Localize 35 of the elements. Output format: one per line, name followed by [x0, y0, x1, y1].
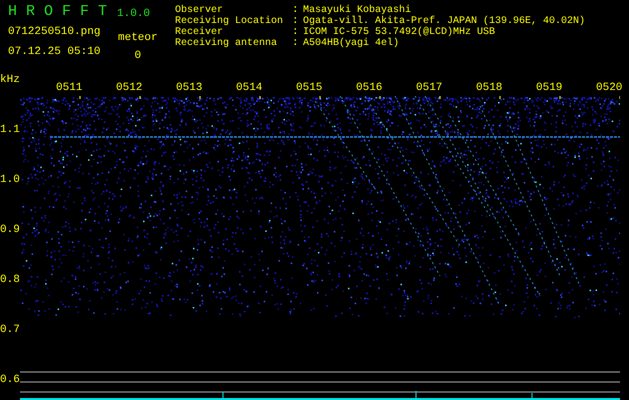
time-label: 0520	[596, 82, 622, 96]
info-value: Masayuki Kobayashi	[303, 5, 412, 16]
frequency-label: 0.6	[0, 374, 20, 386]
app-title: H R O F F T	[8, 4, 108, 20]
info-separator: :	[292, 16, 300, 27]
info-value: ICOM IC-575 53.7492(@LCD)MHz USB	[303, 27, 496, 38]
frequency-label: 1.0	[0, 174, 20, 186]
date-time: 07.12.25 05:10	[8, 46, 102, 58]
info-label: Receiver	[175, 27, 224, 38]
frequency-label: 0.8	[0, 274, 20, 286]
time-label: 0519	[536, 82, 562, 96]
info-label: Receiving Location	[175, 16, 284, 27]
info-value: Ogata-vill. Akita-Pref. JAPAN (139.96E, 40.02N)	[303, 16, 586, 27]
time-label: 0511	[56, 82, 82, 96]
time-label: 0512	[116, 82, 142, 96]
info-label: Receiving antenna	[175, 38, 278, 49]
frequency-label: 1.1	[0, 124, 20, 136]
unit-label: kHz	[0, 74, 20, 86]
meteor-count: 0	[134, 50, 142, 62]
info-label: Observer	[175, 5, 224, 16]
time-label: 0517	[416, 82, 442, 96]
frequency-label: 0.9	[0, 224, 20, 236]
info-value: A504HB(yagi 4el)	[303, 38, 400, 49]
meteor-label: meteor	[118, 32, 158, 44]
frequency-label: 0.7	[0, 324, 20, 336]
time-label: 0516	[356, 82, 382, 96]
file-name: 0712250510.png	[8, 26, 102, 38]
time-label: 0518	[476, 82, 502, 96]
info-separator: :	[292, 27, 300, 38]
info-separator: :	[292, 5, 300, 16]
info-separator: :	[292, 38, 300, 49]
time-label: 0513	[176, 82, 202, 96]
app-version: 1.0.0	[117, 8, 150, 20]
time-label: 0515	[296, 82, 322, 96]
time-label: 0514	[236, 82, 262, 96]
